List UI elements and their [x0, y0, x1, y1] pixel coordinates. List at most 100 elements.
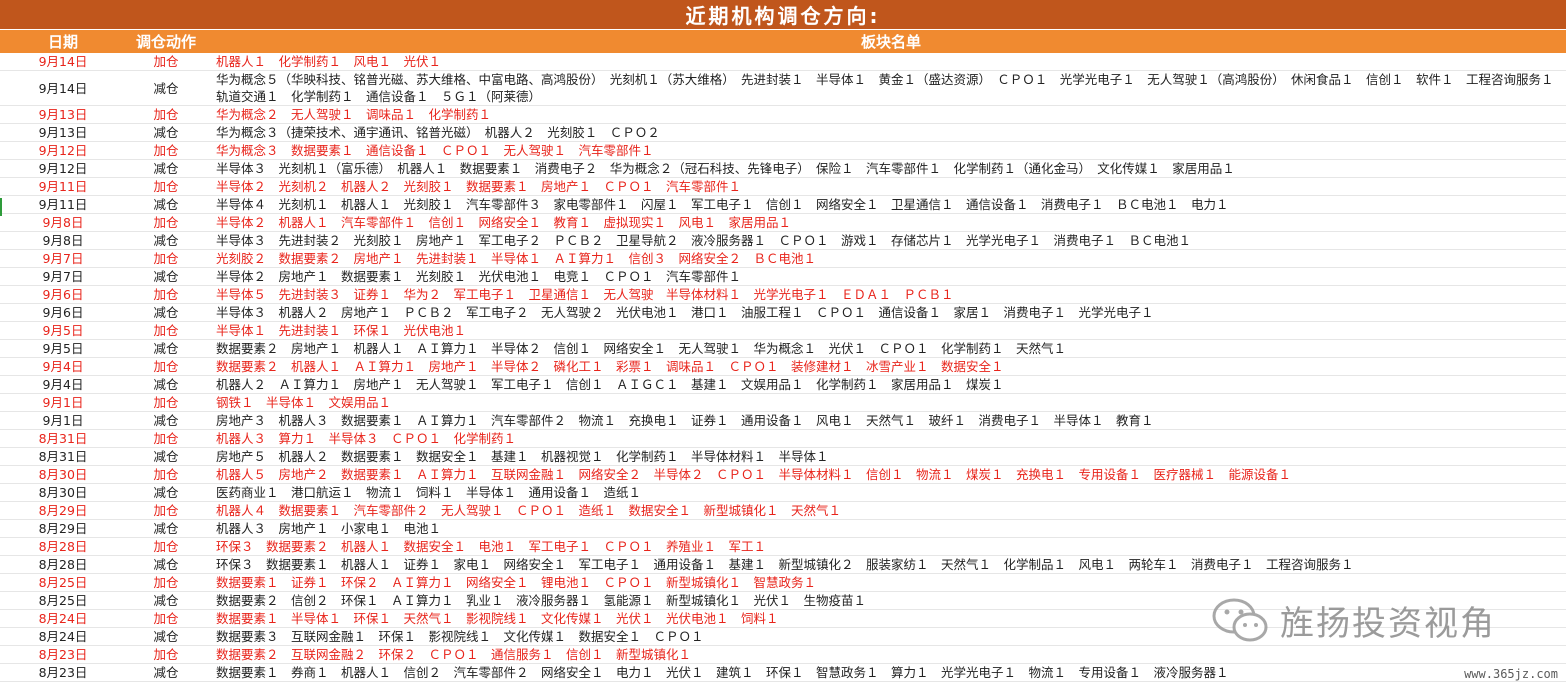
- row-sectors: 机器人５ 房地产２ 数据要素１ ＡＩ算力１ 互联网金融１ 网络安全２ 半导体２ …: [206, 465, 1566, 484]
- row-action: 减仓: [126, 591, 206, 610]
- row-action: 减仓: [126, 555, 206, 574]
- row-sectors: 数据要素２ 互联网金融２ 环保２ ＣＰＯ１ 通信服务１ 信创１ 新型城镇化１: [206, 645, 1566, 664]
- row-action: 加仓: [126, 321, 206, 340]
- row-action: 加仓: [126, 645, 206, 664]
- row-sectors: 数据要素１ 证券１ 环保２ ＡＩ算力１ 网络安全１ 锂电池１ ＣＰＯ１ 新型城镇…: [206, 573, 1566, 592]
- row-action: 加仓: [126, 141, 206, 160]
- row-action: 加仓: [126, 105, 206, 124]
- row-sectors: 数据要素２ 机器人１ ＡＩ算力１ 房地产１ 半导体２ 磷化工１ 彩票１ 调味品１…: [206, 357, 1566, 376]
- row-sectors: 房地产３ 机器人３ 数据要素１ ＡＩ算力１ 汽车零部件２ 物流１ 充换电１ 证券…: [206, 411, 1566, 430]
- row-date: 8月25日: [0, 591, 126, 610]
- row-sectors: 数据要素１ 券商１ 机器人１ 信创２ 汽车零部件２ 网络安全１ 电力１ 光伏１ …: [206, 663, 1566, 682]
- table-row: 9月5日 加仓 半导体１ 先进封装１ 环保１ 光伏电池１: [0, 321, 1566, 340]
- row-sectors: 钢铁１ 半导体１ 文娱用品１: [206, 393, 1566, 412]
- table-row: 8月29日 减仓 机器人３ 房地产１ 小家电１ 电池１: [0, 519, 1566, 538]
- row-date: 9月7日: [0, 267, 126, 286]
- row-date: 9月5日: [0, 339, 126, 358]
- row-action: 加仓: [126, 393, 206, 412]
- table-row: 9月1日 减仓 房地产３ 机器人３ 数据要素１ ＡＩ算力１ 汽车零部件２ 物流１ 充…: [0, 411, 1566, 430]
- row-date: 9月11日: [0, 195, 126, 214]
- table-row: 8月31日 减仓 房地产５ 机器人２ 数据要素１ 数据安全１ 基建１ 机器视觉１ 化…: [0, 447, 1566, 466]
- row-date: 9月14日: [0, 53, 126, 71]
- row-sectors: 华为概念３ 数据要素１ 通信设备１ ＣＰＯ１ 无人驾驶１ 汽车零部件１: [206, 141, 1566, 160]
- row-sectors: 半导体３ 先进封装２ 光刻胶１ 房地产１ 军工电子２ ＰＣＢ２ 卫星导航２ 液冷…: [206, 231, 1566, 250]
- row-action: 减仓: [126, 375, 206, 394]
- row-date: 9月13日: [0, 123, 126, 142]
- row-action: 减仓: [126, 195, 206, 214]
- watermark: 旌扬投资视角: [1210, 595, 1496, 645]
- table-row: 9月11日 减仓 半导体４ 光刻机１ 机器人１ 光刻胶１ 汽车零部件３ 家电零部件１…: [0, 195, 1566, 214]
- row-sectors: 半导体５ 先进封装３ 证券１ 华为２ 军工电子１ 卫星通信１ 无人驾驶 半导体材…: [206, 285, 1566, 304]
- row-date: 9月5日: [0, 321, 126, 340]
- row-date: 9月1日: [0, 393, 126, 412]
- row-action: 加仓: [126, 609, 206, 628]
- row-sectors: 半导体３ 光刻机１（富乐德） 机器人１ 数据要素１ 消费电子２ 华为概念２（冠石…: [206, 159, 1566, 178]
- row-date: 9月13日: [0, 105, 126, 124]
- row-sectors: 华为概念３（捷荣技术、通宇通讯、铭普光磁） 机器人２ 光刻胶１ ＣＰＯ２: [206, 123, 1566, 142]
- row-action: 加仓: [126, 573, 206, 592]
- row-date: 8月28日: [0, 555, 126, 574]
- row-sectors: 半导体２ 光刻机２ 机器人２ 光刻胶１ 数据要素１ 房地产１ ＣＰＯ１ 汽车零部…: [206, 177, 1566, 196]
- site-url: www.365jz.com: [1464, 667, 1558, 681]
- row-action: 加仓: [126, 177, 206, 196]
- row-date: 9月8日: [0, 213, 126, 232]
- row-date: 9月11日: [0, 177, 126, 196]
- row-date: 9月6日: [0, 285, 126, 304]
- row-selection-marker: [0, 198, 2, 216]
- row-action: 加仓: [126, 537, 206, 556]
- row-date: 9月7日: [0, 249, 126, 268]
- row-action: 减仓: [126, 483, 206, 502]
- table-row: 9月11日 加仓 半导体２ 光刻机２ 机器人２ 光刻胶１ 数据要素１ 房地产１ ＣＰ…: [0, 177, 1566, 196]
- row-sectors: 半导体４ 光刻机１ 机器人１ 光刻胶１ 汽车零部件３ 家电零部件１ 闪屋１ 军工…: [206, 195, 1566, 214]
- row-date: 8月30日: [0, 465, 126, 484]
- row-sectors: 华为概念５（华映科技、铭普光磁、苏大维格、中富电路、高鸿股份） 光刻机１（苏大维…: [206, 70, 1566, 106]
- row-action: 减仓: [126, 231, 206, 250]
- row-date: 9月8日: [0, 231, 126, 250]
- row-sectors: 医药商业１ 港口航运１ 物流１ 饲料１ 半导体１ 通用设备１ 造纸１: [206, 483, 1566, 502]
- row-sectors: 半导体３ 机器人２ 房地产１ ＰＣＢ２ 军工电子２ 无人驾驶２ 光伏电池１ 港口…: [206, 303, 1566, 322]
- row-date: 8月24日: [0, 609, 126, 628]
- row-date: 9月4日: [0, 375, 126, 394]
- row-action: 减仓: [126, 627, 206, 646]
- row-date: 8月31日: [0, 429, 126, 448]
- row-date: 8月29日: [0, 519, 126, 538]
- row-action: 加仓: [126, 429, 206, 448]
- row-sectors: 房地产５ 机器人２ 数据要素１ 数据安全１ 基建１ 机器视觉１ 化学制药１ 半导…: [206, 447, 1566, 466]
- table-row: 9月12日 减仓 半导体３ 光刻机１（富乐德） 机器人１ 数据要素１ 消费电子２ 华…: [0, 159, 1566, 178]
- row-sectors: 半导体２ 机器人１ 汽车零部件１ 信创１ 网络安全１ 教育１ 虚拟现实１ 风电１…: [206, 213, 1566, 232]
- table-row: 9月8日 减仓 半导体３ 先进封装２ 光刻胶１ 房地产１ 军工电子２ ＰＣＢ２ 卫星…: [0, 231, 1566, 250]
- row-action: 减仓: [126, 411, 206, 430]
- watermark-text: 旌扬投资视角: [1280, 603, 1496, 644]
- row-date: 9月1日: [0, 411, 126, 430]
- header-action: 调仓动作: [135, 33, 196, 51]
- table-row: 9月6日 减仓 半导体３ 机器人２ 房地产１ ＰＣＢ２ 军工电子２ 无人驾驶２ 光伏…: [0, 303, 1566, 322]
- row-sectors: 半导体２ 房地产１ 数据要素１ 光刻胶１ 光伏电池１ 电竞１ ＣＰＯ１ 汽车零部…: [206, 267, 1566, 286]
- row-sectors: 环保３ 数据要素２ 机器人１ 数据安全１ 电池１ 军工电子１ ＣＰＯ１ 养殖业１…: [206, 537, 1566, 556]
- table-row: 8月30日 加仓 机器人５ 房地产２ 数据要素１ ＡＩ算力１ 互联网金融１ 网络安全…: [0, 465, 1566, 484]
- row-action: 减仓: [126, 123, 206, 142]
- row-action: 减仓: [126, 339, 206, 358]
- row-sectors: 机器人１ 化学制药１ 风电１ 光伏１: [206, 53, 1566, 71]
- row-date: 9月12日: [0, 141, 126, 160]
- table-row: 8月30日 减仓 医药商业１ 港口航运１ 物流１ 饲料１ 半导体１ 通用设备１ 造纸…: [0, 483, 1566, 502]
- table-row: 8月23日 加仓 数据要素２ 互联网金融２ 环保２ ＣＰＯ１ 通信服务１ 信创１ 新…: [0, 645, 1566, 664]
- row-date: 9月6日: [0, 303, 126, 322]
- row-action: 减仓: [126, 447, 206, 466]
- row-date: 8月23日: [0, 645, 126, 664]
- row-action: 加仓: [126, 249, 206, 268]
- header-date: 日期: [47, 33, 78, 51]
- row-date: 8月24日: [0, 627, 126, 646]
- table-row: 9月6日 加仓 半导体５ 先进封装３ 证券１ 华为２ 军工电子１ 卫星通信１ 无人驾…: [0, 285, 1566, 304]
- table-row: 8月28日 加仓 环保３ 数据要素２ 机器人１ 数据安全１ 电池１ 军工电子１ ＣＰ…: [0, 537, 1566, 556]
- row-sectors: 光刻胶２ 数据要素２ 房地产１ 先进封装１ 半导体１ ＡＩ算力１ 信创３ 网络安…: [206, 249, 1566, 268]
- table-row: 8月31日 加仓 机器人３ 算力１ 半导体３ ＣＰＯ１ 化学制药１: [0, 429, 1566, 448]
- row-action: 减仓: [126, 663, 206, 682]
- row-sectors: 华为概念２ 无人驾驶１ 调味品１ 化学制药１: [206, 105, 1566, 124]
- row-action: 加仓: [126, 465, 206, 484]
- row-action: 减仓: [126, 519, 206, 538]
- row-action: 减仓: [126, 70, 206, 106]
- row-date: 9月4日: [0, 357, 126, 376]
- table-row: 9月4日 减仓 机器人２ ＡＩ算力１ 房地产１ 无人驾驶１ 军工电子１ 信创１ ＡＩ…: [0, 375, 1566, 394]
- table-row: 9月14日 减仓 华为概念５（华映科技、铭普光磁、苏大维格、中富电路、高鸿股份） 光…: [0, 70, 1566, 106]
- table-row: 9月14日 加仓 机器人１ 化学制药１ 风电１ 光伏１: [0, 53, 1566, 71]
